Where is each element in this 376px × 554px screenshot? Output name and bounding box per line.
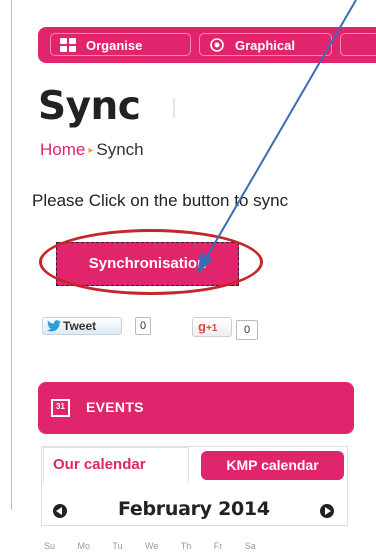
breadcrumb-home-link[interactable]: Home (40, 140, 85, 159)
weekday-header: Su Mo Tu We Th Fr Sa (44, 541, 256, 551)
organise-button[interactable]: Organise (50, 33, 191, 56)
breadcrumb: Home ▸ Synch (40, 140, 144, 160)
google-plus-count: 0 (236, 320, 258, 340)
tweet-button[interactable]: Tweet (42, 317, 122, 335)
next-month-button[interactable] (320, 504, 334, 518)
breadcrumb-current: Synch (96, 140, 144, 159)
previous-month-button[interactable] (53, 504, 67, 518)
eye-icon (210, 38, 224, 52)
breadcrumb-separator-icon: ▸ (88, 145, 94, 156)
events-header: 31 EVENTS (38, 382, 354, 434)
tab-kmp-calendar[interactable]: KMP calendar (201, 451, 344, 480)
title-divider (173, 98, 175, 118)
grid-icon (60, 38, 76, 52)
tab-our-calendar[interactable]: Our calendar (43, 447, 189, 483)
tweet-label: Tweet (63, 319, 97, 333)
nav-button-partial[interactable] (340, 33, 376, 56)
intro-text: Please Click on the button to sync (32, 191, 289, 210)
graphical-label: Graphical (235, 38, 295, 53)
events-title: EVENTS (86, 399, 144, 415)
synchronisation-button[interactable]: Synchronisation (56, 242, 239, 286)
twitter-bird-icon (47, 320, 61, 332)
page-title: Sync (38, 84, 141, 129)
calendar-month-title: February 2014 (118, 498, 270, 520)
left-divider (11, 0, 12, 510)
calendar-icon: 31 (51, 399, 70, 417)
tweet-widget: Tweet (42, 317, 122, 335)
top-navigation-bar: Organise Graphical (38, 27, 376, 63)
arrow-right-icon (325, 507, 331, 515)
google-plus-button[interactable]: g+1 (192, 317, 232, 337)
organise-label: Organise (86, 38, 143, 53)
google-plus-suffix: +1 (205, 323, 218, 334)
google-plus-icon: g (198, 319, 206, 334)
graphical-button[interactable]: Graphical (199, 33, 332, 56)
tweet-count: 0 (135, 317, 151, 335)
arrow-left-icon (56, 507, 62, 515)
